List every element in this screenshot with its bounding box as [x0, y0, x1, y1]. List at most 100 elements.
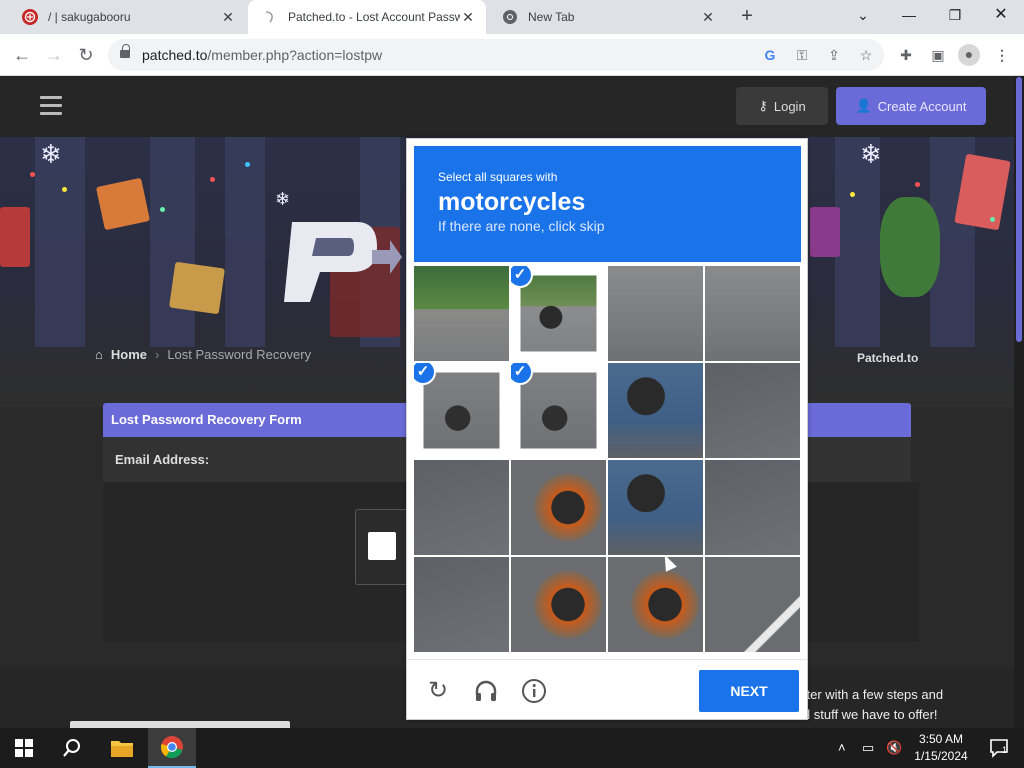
tray-chevron-up-icon[interactable]: ˄ — [838, 740, 846, 755]
captcha-tile[interactable] — [511, 460, 606, 555]
close-window-icon[interactable]: ✕ — [978, 0, 1024, 30]
captcha-tile[interactable] — [414, 460, 509, 555]
captcha-tile[interactable] — [608, 460, 703, 555]
key-icon[interactable]: ⚿ — [792, 45, 812, 65]
key-icon: ⚷ — [758, 98, 768, 113]
new-tab-plus-icon[interactable]: + — [737, 6, 757, 27]
reload-icon[interactable]: ↻ — [74, 43, 98, 67]
patched-logo-icon — [284, 222, 402, 302]
tab-search-chevron-icon[interactable]: ⌄ — [840, 0, 886, 30]
captcha-tile[interactable] — [608, 363, 703, 458]
share-icon[interactable]: ⇪ — [824, 45, 844, 65]
scrollbar-thumb[interactable] — [1016, 77, 1022, 342]
next-button[interactable]: NEXT — [699, 670, 799, 712]
captcha-tile-image — [608, 460, 703, 555]
chrome-taskbar-icon[interactable] — [148, 728, 196, 768]
captcha-tile-image — [414, 266, 509, 361]
user-plus-icon: 👤 — [855, 98, 872, 113]
snowflake-icon: ❄ — [860, 139, 882, 169]
chevron-right-icon: › — [154, 347, 160, 362]
site-header: ⚷ Login 👤 Create Account — [0, 77, 1014, 137]
breadcrumb-home-link[interactable]: Home — [111, 347, 147, 362]
extensions-puzzle-icon[interactable]: ✚ — [896, 45, 916, 65]
captcha-tile[interactable] — [608, 557, 703, 652]
login-button[interactable]: ⚷ Login — [736, 87, 828, 125]
windows-start-icon[interactable] — [0, 728, 48, 768]
captcha-tile-image — [705, 557, 800, 652]
back-arrow-icon[interactable]: ← — [10, 43, 34, 67]
close-tab-icon[interactable]: ✕ — [220, 9, 236, 25]
challenge-target: motorcycles — [438, 188, 586, 216]
tab-title: Patched.to - Lost Account Passw — [288, 10, 460, 24]
gift-box-icon — [810, 207, 840, 257]
footer-text: ster with a few steps and ol stuff we ha… — [800, 687, 944, 722]
audio-challenge-headphones-icon[interactable] — [473, 678, 499, 704]
hamburger-menu-icon[interactable] — [40, 96, 62, 116]
system-clock[interactable]: 3:50 AM 1/15/2024 — [908, 731, 974, 765]
captcha-tile[interactable]: ✓ — [511, 266, 606, 361]
info-icon[interactable] — [521, 678, 547, 704]
search-icon[interactable] — [48, 728, 96, 768]
lock-icon[interactable] — [120, 44, 130, 60]
close-tab-icon[interactable]: ✕ — [460, 9, 476, 25]
minimize-icon[interactable]: — — [886, 0, 932, 30]
home-icon[interactable]: ⌂ — [95, 347, 103, 362]
network-icon[interactable]: ▭ — [862, 740, 874, 756]
captcha-tile[interactable] — [705, 557, 800, 652]
christmas-tree-icon — [880, 197, 940, 297]
url-text: patched.to/member.php?action=lostpw — [142, 47, 383, 63]
captcha-tile-image — [705, 363, 800, 458]
captcha-tile-image — [705, 460, 800, 555]
challenge-instruction: Select all squares with — [438, 170, 558, 184]
captcha-tile-image — [608, 266, 703, 361]
forward-arrow-icon[interactable]: → — [42, 43, 66, 67]
reload-challenge-icon[interactable]: ↻ — [425, 678, 451, 704]
captcha-tile-image — [608, 557, 703, 652]
footer-logo-icon — [70, 721, 290, 728]
image-grid: ✓ ✓ ✓ — [414, 266, 801, 653]
captcha-tile[interactable] — [705, 266, 800, 361]
side-panel-icon[interactable]: ▣ — [928, 45, 948, 65]
browser-toolbar: ← → ↻ patched.to/member.php?action=lostp… — [0, 34, 1024, 76]
captcha-tile-image — [414, 557, 509, 652]
file-explorer-icon[interactable] — [98, 728, 146, 768]
breadcrumb: ⌂ Home › Lost Password Recovery — [95, 347, 311, 362]
recaptcha-challenge: Select all squares with motorcycles If t… — [406, 138, 808, 720]
notification-count: 1 — [1002, 745, 1008, 755]
captcha-tile[interactable] — [705, 460, 800, 555]
gift-box-icon — [95, 177, 151, 231]
notifications-icon[interactable]: 1 — [976, 728, 1024, 768]
challenge-header: Select all squares with motorcycles If t… — [414, 146, 801, 262]
restore-icon[interactable]: ❐ — [932, 0, 978, 30]
captcha-tile[interactable] — [414, 557, 509, 652]
tab-strip: / | sakugabooru ✕ Patched.to - Lost Acco… — [0, 0, 1024, 34]
windows-taskbar: ˄ ▭ 🔇 3:50 AM 1/15/2024 1 — [0, 728, 1024, 768]
captcha-tile-image — [608, 363, 703, 458]
captcha-tile[interactable] — [608, 266, 703, 361]
profile-avatar-icon[interactable]: ● — [958, 44, 980, 66]
captcha-tile[interactable]: ✓ — [414, 363, 509, 458]
loading-favicon-icon — [262, 9, 278, 25]
recaptcha-checkbox[interactable] — [368, 532, 396, 560]
address-bar[interactable]: patched.to/member.php?action=lostpw G ⚿ … — [108, 39, 884, 71]
captcha-tile[interactable] — [414, 266, 509, 361]
gift-box-icon — [0, 207, 30, 267]
captcha-tile[interactable]: ✓ — [511, 363, 606, 458]
challenge-hint: If there are none, click skip — [438, 218, 605, 234]
tab-title: / | sakugabooru — [48, 10, 131, 24]
snowflake-icon: ❄ — [275, 189, 291, 209]
breadcrumb-current: Lost Password Recovery — [167, 347, 312, 362]
google-g-icon[interactable]: G — [760, 45, 780, 65]
tab-new-tab[interactable]: New Tab ✕ — [488, 0, 726, 34]
captcha-tile-image — [414, 460, 509, 555]
page-scrollbar[interactable] — [1014, 77, 1024, 728]
bookmark-star-icon[interactable]: ☆ — [856, 45, 876, 65]
tab-patched[interactable]: Patched.to - Lost Account Passw ✕ — [248, 0, 486, 34]
close-tab-icon[interactable]: ✕ — [700, 9, 716, 25]
menu-kebab-icon[interactable]: ⋮ — [992, 45, 1012, 65]
captcha-tile[interactable] — [705, 363, 800, 458]
tab-sakugabooru[interactable]: / | sakugabooru ✕ — [8, 0, 246, 34]
volume-muted-icon[interactable]: 🔇 — [886, 740, 902, 756]
create-account-button[interactable]: 👤 Create Account — [836, 87, 986, 125]
captcha-tile[interactable] — [511, 557, 606, 652]
